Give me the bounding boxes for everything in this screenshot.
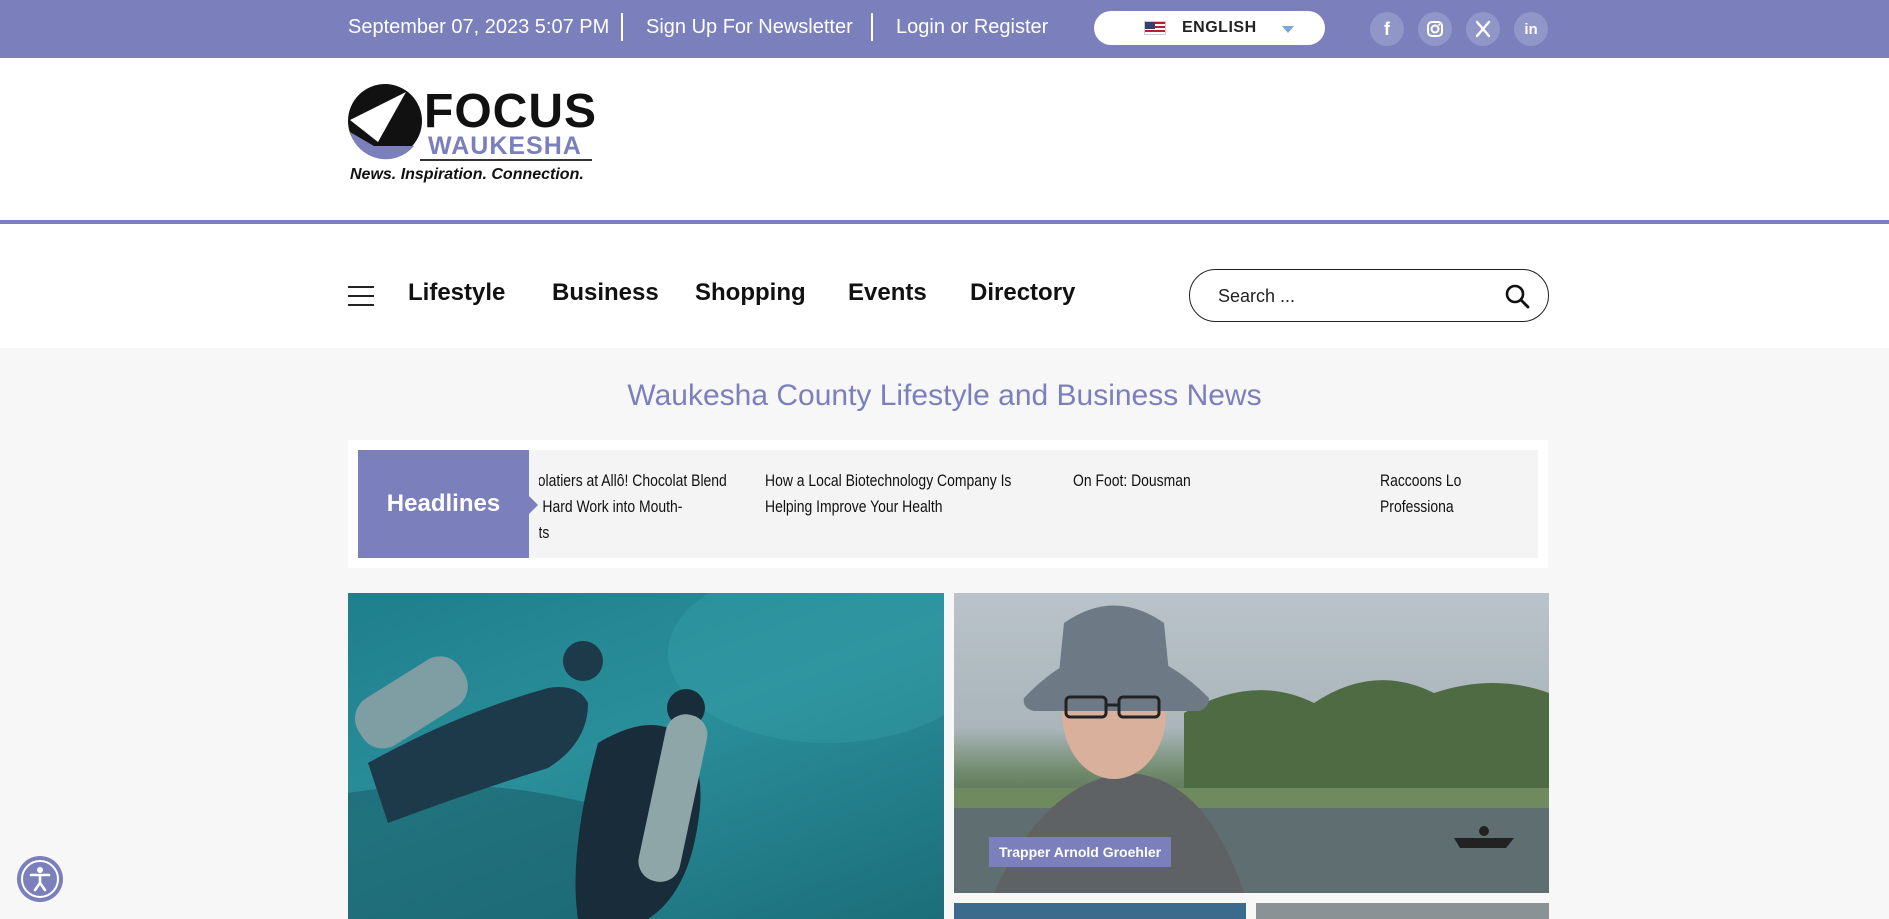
image-caption-badge: Trapper Arnold Groehler [989,837,1172,867]
logo-divider [420,159,592,161]
top-bar: September 07, 2023 5:07 PM Sign Up For N… [0,0,1889,58]
login-register-link[interactable]: Login or Register [896,14,1048,40]
svg-text:f: f [1384,19,1391,39]
feature-image-thumb[interactable] [954,903,1246,919]
site-logo[interactable]: FOCUS WAUKESHA News. Inspiration. Connec… [348,84,596,188]
newsletter-link[interactable]: Sign Up For Newsletter [646,14,853,40]
divider [871,13,873,41]
search-input[interactable] [1218,282,1488,310]
search-box [1189,269,1549,322]
headlines-ticker: Headlines ocolatiers at Allô! Chocolat B… [348,440,1548,568]
headline-item[interactable]: ocolatiers at Allô! Chocolat Blend nd Ha… [539,468,727,546]
nav-business[interactable]: Business [552,278,659,308]
facebook-icon[interactable]: f [1370,12,1404,46]
instagram-icon[interactable] [1418,12,1452,46]
x-twitter-icon[interactable] [1466,12,1500,46]
headline-item[interactable]: How a Local Biotechnology Company Is Hel… [765,468,1011,520]
site-header [0,58,1889,222]
nav-events[interactable]: Events [848,278,927,308]
logo-focus: FOCUS [424,85,597,138]
main-nav [0,224,1889,348]
caret-down-icon [1282,26,1294,33]
language-label: ENGLISH [1182,19,1257,36]
linkedin-icon[interactable]: in [1514,12,1548,46]
date-time: September 07, 2023 5:07 PM [348,16,610,38]
page-title: Waukesha County Lifestyle and Business N… [627,379,1262,412]
headline-item[interactable]: Raccoons Lo Professiona [1380,468,1461,520]
svg-text:in: in [1524,21,1537,38]
feature-image-divers[interactable] [348,593,944,919]
language-selector[interactable]: ENGLISH [1094,11,1325,45]
arrow-right-icon [529,496,538,514]
feature-image-thumb[interactable] [1256,903,1549,919]
divider [621,13,623,41]
logo-mark-icon [348,84,422,160]
logo-waukesha: WAUKESHA [428,132,582,160]
headline-item[interactable]: On Foot: Dousman [1073,468,1191,494]
headlines-label: Headlines [358,450,529,558]
logo-tagline: News. Inspiration. Connection. [350,166,584,183]
nav-directory[interactable]: Directory [970,278,1075,308]
us-flag-icon [1144,21,1166,35]
nav-shopping[interactable]: Shopping [695,278,806,308]
search-icon[interactable] [1504,283,1530,309]
hamburger-menu-icon[interactable] [348,286,374,306]
nav-lifestyle[interactable]: Lifestyle [408,278,505,308]
accessibility-icon[interactable] [17,856,63,902]
